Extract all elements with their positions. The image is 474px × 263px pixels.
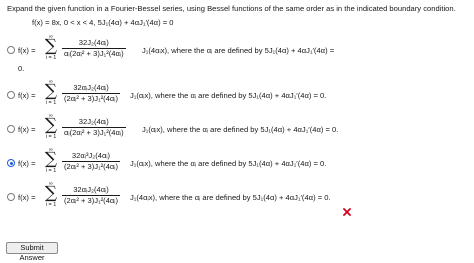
fraction: 32αᵢJ₂(4αᵢ) (2αᵢ² + 3)J₁²(4αᵢ) <box>62 185 121 205</box>
numerator: 32αᵢ³J₂(4αᵢ) <box>71 151 111 160</box>
fraction: 32αᵢ³J₂(4αᵢ) (2αᵢ² + 3)J₁²(4αᵢ) <box>62 151 121 171</box>
fx-label: f(x) = <box>18 159 36 168</box>
numerator: 32αᵢJ₂(4αᵢ) <box>73 83 109 92</box>
sigma-icon: ∑ <box>44 36 58 56</box>
radio-button-selected[interactable] <box>7 159 15 167</box>
denominator: (2αᵢ² + 3)J₁²(4αᵢ) <box>64 196 119 205</box>
fx-label: f(x) = <box>18 91 36 100</box>
submit-answer-button[interactable]: Submit Answer <box>6 242 58 262</box>
choice-tail: J₁(αᵢx), where the αᵢ are defined by 5J₁… <box>130 91 327 100</box>
choice-continuation: 0. <box>18 64 25 73</box>
radio-button[interactable] <box>7 46 15 54</box>
sum-lower-limit: i = 1 <box>45 55 57 61</box>
denominator: (2αᵢ² + 3)J₁²(4αᵢ) <box>64 162 119 171</box>
choice-4[interactable]: f(x) = ∞ ∑ i = 1 32αᵢ³J₂(4αᵢ) (2αᵢ² + 3)… <box>0 147 474 181</box>
denominator: (2αᵢ² + 3)J₁²(4αᵢ) <box>64 94 119 103</box>
fx-label: f(x) = <box>18 46 36 55</box>
choice-tail: J₁(4αᵢx), where the αᵢ are defined by 5J… <box>130 193 331 202</box>
choice-tail: J₁(αᵢx), where the αᵢ are defined by 5J₁… <box>142 125 339 134</box>
choice-5[interactable]: f(x) = ∞ ∑ i = 1 32αᵢJ₂(4αᵢ) (2αᵢ² + 3)J… <box>0 181 474 215</box>
denominator: αᵢ(2αᵢ² + 3)J₁²(4αᵢ) <box>64 49 124 58</box>
sum-lower-limit: i = 1 <box>45 100 57 106</box>
radio-button[interactable] <box>7 91 15 99</box>
choice-1[interactable]: f(x) = ∞ ∑ i = 1 32J₂(4αᵢ) αᵢ(2αᵢ² + 3)J… <box>0 34 474 73</box>
fraction: 32J₂(4αᵢ) αᵢ(2αᵢ² + 3)J₁²(4αᵢ) <box>62 117 126 137</box>
choice-tail: J₁(4αᵢx), where the αᵢ are defined by 5J… <box>142 46 335 55</box>
sigma-icon: ∑ <box>44 149 58 169</box>
choice-2[interactable]: f(x) = ∞ ∑ i = 1 32αᵢJ₂(4αᵢ) (2αᵢ² + 3)J… <box>0 79 474 113</box>
fx-label: f(x) = <box>18 193 36 202</box>
fraction: 32J₂(4αᵢ) αᵢ(2αᵢ² + 3)J₁²(4αᵢ) <box>62 38 126 58</box>
sum-lower-limit: i = 1 <box>45 134 57 140</box>
choice-tail: J₁(αᵢx), where the αᵢ are defined by 5J₁… <box>130 159 327 168</box>
radio-button[interactable] <box>7 125 15 133</box>
numerator: 32J₂(4αᵢ) <box>78 117 109 126</box>
sum-lower-limit: i = 1 <box>45 202 57 208</box>
sigma-icon: ∑ <box>44 183 58 203</box>
fx-label: f(x) = <box>18 125 36 134</box>
numerator: 32αᵢJ₂(4αᵢ) <box>73 185 109 194</box>
radio-button[interactable] <box>7 193 15 201</box>
sigma-icon: ∑ <box>44 81 58 101</box>
denominator: αᵢ(2αᵢ² + 3)J₁²(4αᵢ) <box>64 128 124 137</box>
wrong-x-icon <box>343 208 351 216</box>
numerator: 32J₂(4αᵢ) <box>78 38 109 47</box>
fraction: 32αᵢJ₂(4αᵢ) (2αᵢ² + 3)J₁²(4αᵢ) <box>62 83 121 103</box>
choice-3[interactable]: f(x) = ∞ ∑ i = 1 32J₂(4αᵢ) αᵢ(2αᵢ² + 3)J… <box>0 113 474 147</box>
sum-lower-limit: i = 1 <box>45 168 57 174</box>
sigma-icon: ∑ <box>44 115 58 135</box>
boundary-condition: f(x) = 8x, 0 < x < 4, 5J₁(4α) + 4αJ₁′(4α… <box>32 18 174 27</box>
question-text: Expand the given function in a Fourier-B… <box>7 4 456 13</box>
